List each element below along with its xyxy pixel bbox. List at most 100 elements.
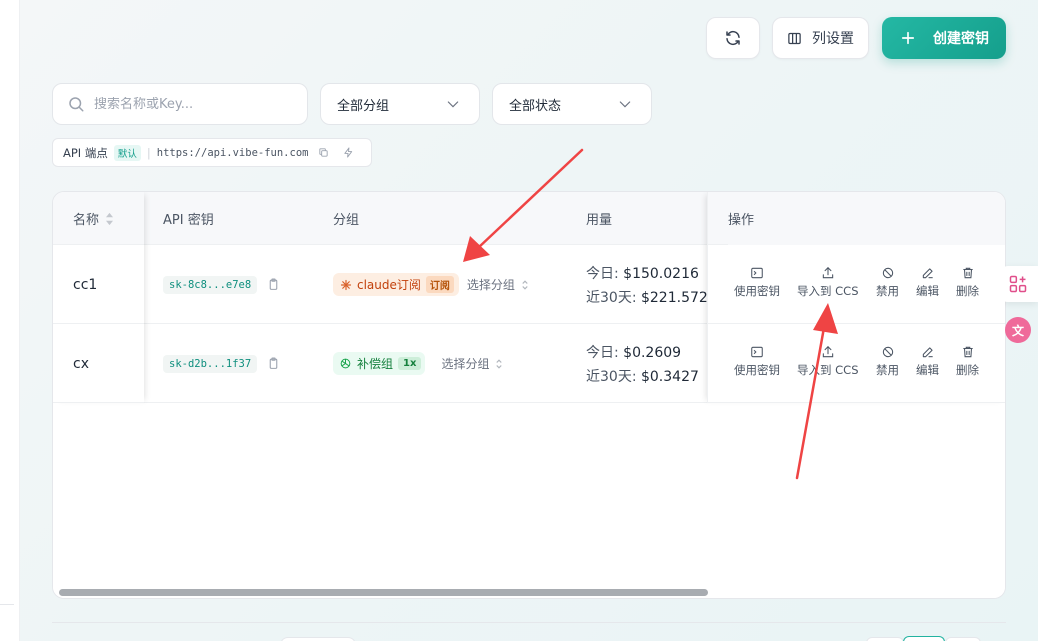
choose-group-dropdown[interactable]: 选择分组 [467, 276, 529, 293]
usage-cell: 今日: $0.2609 近30天: $0.3427 [586, 324, 699, 403]
usage-cell: 今日: $150.0216 近30天: $221.5721 [586, 245, 717, 324]
search-input[interactable] [94, 96, 284, 112]
month-value: $0.3427 [640, 368, 699, 385]
pagination-prev[interactable] [866, 637, 904, 641]
group-cell: claude订阅 订阅 选择分组 [333, 245, 529, 324]
translate-icon: 文 [1005, 317, 1031, 343]
api-keys-table: 名称 API 密钥 分组 用量 cc1 sk-8c8...e7e8 claude… [52, 191, 1006, 599]
choose-group-label: 选择分组 [466, 278, 515, 292]
default-badge: 默认 [113, 144, 141, 161]
upload-icon [822, 346, 833, 358]
terminal-icon [751, 267, 763, 279]
claude-icon [340, 279, 352, 290]
apps-icon [1009, 275, 1027, 293]
sort-icon [522, 279, 528, 290]
copy-icon[interactable] [318, 147, 329, 158]
column-settings-label: 列设置 [812, 31, 854, 47]
choose-group-dropdown[interactable]: 选择分组 [441, 355, 503, 372]
sparkle-icon[interactable] [343, 147, 354, 158]
scrollbar-thumb[interactable] [59, 589, 708, 596]
clipboard-icon[interactable] [267, 278, 280, 291]
disable-label: 禁用 [876, 363, 899, 377]
chevron-down-icon [447, 101, 459, 108]
today-value: $150.0216 [623, 265, 699, 282]
use-key-label: 使用密钥 [734, 284, 780, 298]
disable-button[interactable]: 禁用 [876, 266, 899, 299]
group-cell: 补偿组 1x 选择分组 [333, 324, 503, 403]
use-key-button[interactable]: 使用密钥 [734, 345, 780, 378]
status-filter-select[interactable]: 全部状态 [492, 83, 652, 125]
today-label: 今日: [586, 344, 619, 361]
column-settings-button[interactable]: 列设置 [772, 17, 869, 59]
delete-button[interactable]: 删除 [956, 266, 979, 299]
columns-icon [788, 32, 801, 44]
pagination-next[interactable] [945, 637, 981, 641]
month-label: 近30天: [586, 289, 637, 306]
group-filter-value: 全部分组 [337, 98, 390, 114]
key-name: cx [73, 355, 89, 372]
endpoint-label: API 端点 [63, 145, 108, 160]
import-ccs-button[interactable]: 导入到 CCS [797, 345, 859, 378]
group-tag: 补偿组 1x [333, 352, 426, 375]
ban-icon [882, 346, 893, 358]
key-name: cc1 [73, 276, 98, 293]
refresh-button[interactable] [706, 17, 760, 59]
delete-label: 删除 [956, 284, 979, 298]
sort-icon[interactable] [105, 212, 114, 226]
group-tag-badge: 订阅 [425, 276, 454, 293]
api-endpoint-bar: API 端点 默认 | https://api.vibe-fun.com [52, 138, 372, 167]
group-tag: claude订阅 订阅 [333, 273, 459, 296]
table-footer [52, 622, 1006, 641]
api-key-cell: sk-d2b...1f37 [163, 324, 280, 403]
edit-button[interactable]: 编辑 [916, 266, 939, 299]
api-key-value: sk-8c8...e7e8 [163, 275, 258, 294]
column-header-name[interactable]: 名称 [73, 192, 114, 245]
row-actions: 使用密钥 导入到 CCS 禁用 编辑 删除 [708, 324, 1005, 403]
edit-button[interactable]: 编辑 [916, 345, 939, 378]
divider: | [146, 145, 151, 160]
terminal-icon [751, 346, 763, 358]
edit-label: 编辑 [916, 363, 939, 377]
clipboard-icon[interactable] [267, 357, 280, 370]
group-tag-name: 补偿组 [357, 357, 394, 371]
status-filter-value: 全部状态 [509, 98, 562, 114]
edit-label: 编辑 [916, 284, 939, 298]
disable-label: 禁用 [876, 284, 899, 298]
delete-button[interactable]: 删除 [956, 345, 979, 378]
openai-icon [340, 358, 351, 369]
api-key-cell: sk-8c8...e7e8 [163, 245, 280, 324]
import-ccs-button[interactable]: 导入到 CCS [797, 266, 859, 299]
pagination-current[interactable] [903, 636, 945, 641]
upload-icon [822, 267, 833, 279]
left-sidebar-edge [0, 0, 20, 641]
group-tag-badge: 1x [398, 357, 422, 370]
choose-group-label: 选择分组 [441, 357, 490, 371]
use-key-label: 使用密钥 [734, 363, 780, 377]
month-label: 近30天: [586, 368, 637, 385]
group-tag-name: claude订阅 [357, 278, 421, 292]
chevron-down-icon [619, 101, 631, 108]
trash-icon [962, 267, 973, 279]
column-header-usage: 用量 [586, 213, 613, 228]
import-ccs-label: 导入到 CCS [797, 363, 859, 377]
page-size-select[interactable] [280, 637, 356, 641]
create-key-label: 创建密钥 [933, 31, 989, 47]
today-label: 今日: [586, 265, 619, 282]
ban-icon [882, 267, 893, 279]
sort-icon [496, 358, 503, 369]
month-value: $221.5721 [640, 289, 717, 306]
trash-icon [962, 346, 973, 358]
today-value: $0.2609 [623, 344, 682, 361]
edit-icon [922, 268, 933, 279]
plus-icon [901, 31, 915, 45]
column-header-actions: 操作 [728, 192, 1005, 245]
create-key-button[interactable]: 创建密钥 [882, 17, 1006, 59]
import-ccs-label: 导入到 CCS [797, 284, 859, 298]
group-filter-select[interactable]: 全部分组 [320, 83, 480, 125]
use-key-button[interactable]: 使用密钥 [734, 266, 780, 299]
search-icon [69, 97, 84, 112]
column-header-api-key: API 密钥 [163, 213, 214, 228]
refresh-icon [726, 30, 740, 46]
search-box[interactable] [52, 83, 308, 125]
disable-button[interactable]: 禁用 [876, 345, 899, 378]
